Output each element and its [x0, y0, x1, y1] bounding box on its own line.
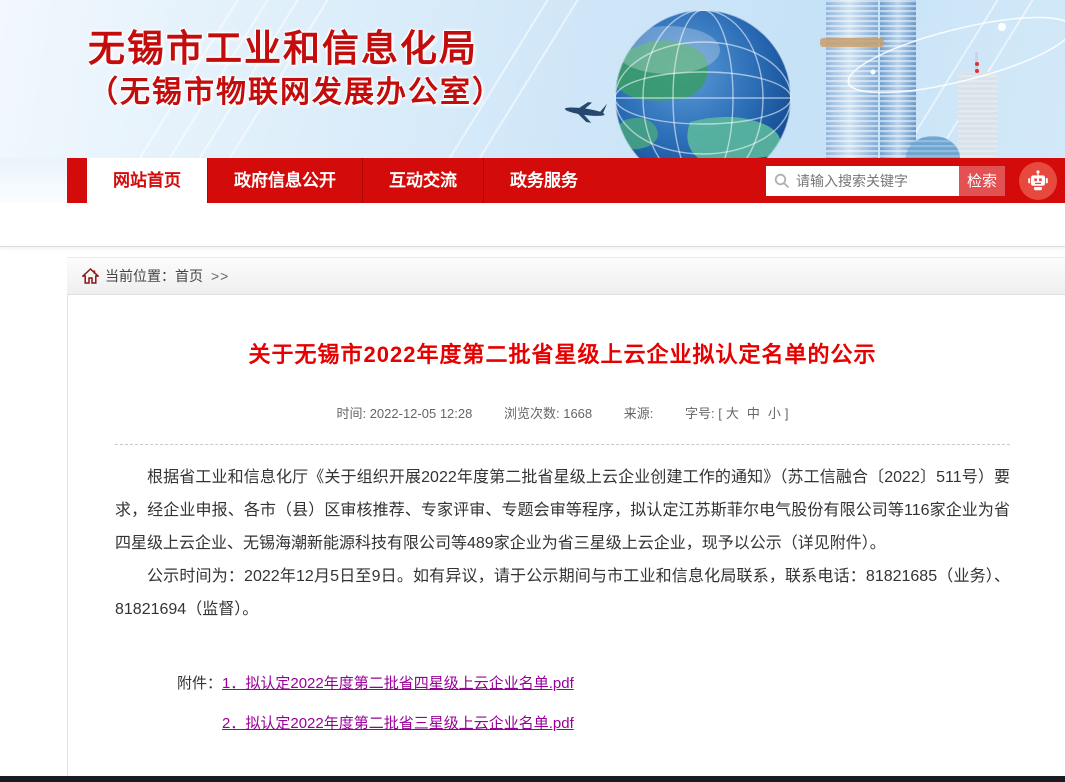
article-title: 关于无锡市2022年度第二批省星级上云企业拟认定名单的公示: [115, 295, 1010, 369]
search-icon: [774, 173, 790, 189]
home-icon: [82, 268, 99, 284]
fontsize-label: 字号: [: [685, 406, 722, 421]
fontsize-small[interactable]: 小: [768, 406, 781, 421]
breadcrumb: 当前位置： 首页 >>: [67, 257, 1065, 295]
attachments-label: 附件：: [115, 672, 222, 752]
tab-interaction[interactable]: 互动交流: [362, 158, 483, 203]
fontsize-label-close: ]: [785, 406, 789, 421]
tab-home[interactable]: 网站首页: [87, 158, 207, 203]
attachment-link-2[interactable]: 2．拟认定2022年度第二批省三星级上云企业名单.pdf: [222, 712, 574, 736]
meta-divider: [115, 444, 1010, 445]
sub-nav-band: [0, 203, 1065, 247]
tab-gov-info[interactable]: 政府信息公开: [207, 158, 362, 203]
meta-views-label: 浏览次数:: [504, 406, 563, 421]
plane-icon: [563, 98, 607, 125]
article-paragraph-2: 公示时间为：2022年12月5日至9日。如有异议，请于公示期间与市工业和信息化局…: [115, 560, 1010, 626]
search-input[interactable]: [766, 166, 959, 196]
search-submit-button[interactable]: 检索: [959, 166, 1005, 196]
site-header: 无锡市工业和信息化局 （无锡市物联网发展办公室）: [0, 0, 1065, 158]
article-panel: 关于无锡市2022年度第二批省星级上云企业拟认定名单的公示 时间: 2022-1…: [67, 295, 1065, 782]
site-subtitle: （无锡市物联网发展办公室）: [88, 72, 504, 114]
breadcrumb-label: 当前位置：: [105, 257, 175, 295]
attachments: 附件： 1．拟认定2022年度第二批省四星级上云企业名单.pdf 2．拟认定20…: [115, 672, 1010, 752]
bottom-bar: [0, 776, 1065, 782]
fontsize-medium[interactable]: 中: [747, 406, 760, 421]
article-paragraph-1: 根据省工业和信息化厅《关于组织开展2022年度第二批省星级上云企业创建工作的通知…: [115, 461, 1010, 560]
chatbot-button[interactable]: [1019, 162, 1057, 200]
nav-row: 网站首页 政府信息公开 互动交流 政务服务 检索: [0, 158, 1065, 203]
meta-time-value: 2022-12-05 12:28: [370, 406, 473, 421]
fontsize-large[interactable]: 大: [726, 406, 739, 421]
meta-source-label: 来源:: [624, 406, 657, 421]
breadcrumb-home-link[interactable]: 首页: [175, 257, 203, 295]
search-bar: 检索: [766, 166, 1005, 196]
attachment-link-1[interactable]: 1．拟认定2022年度第二批省四星级上云企业名单.pdf: [222, 672, 574, 696]
main-nav: 网站首页 政府信息公开 互动交流 政务服务 检索: [67, 158, 1065, 203]
nav-left-margin: [0, 158, 67, 203]
site-title: 无锡市工业和信息化局: [88, 26, 504, 72]
meta-views-value: 1668: [563, 406, 592, 421]
tab-gov-services[interactable]: 政务服务: [483, 158, 604, 203]
meta-time-label: 时间:: [336, 406, 369, 421]
article-meta: 时间: 2022-12-05 12:28 浏览次数: 1668 来源: 字号: …: [115, 403, 1010, 422]
robot-icon: [1026, 169, 1050, 193]
breadcrumb-arrow: >>: [211, 257, 229, 295]
page: 无锡市工业和信息化局 （无锡市物联网发展办公室） 网站首页 政府信息公开 互动交…: [0, 0, 1065, 782]
